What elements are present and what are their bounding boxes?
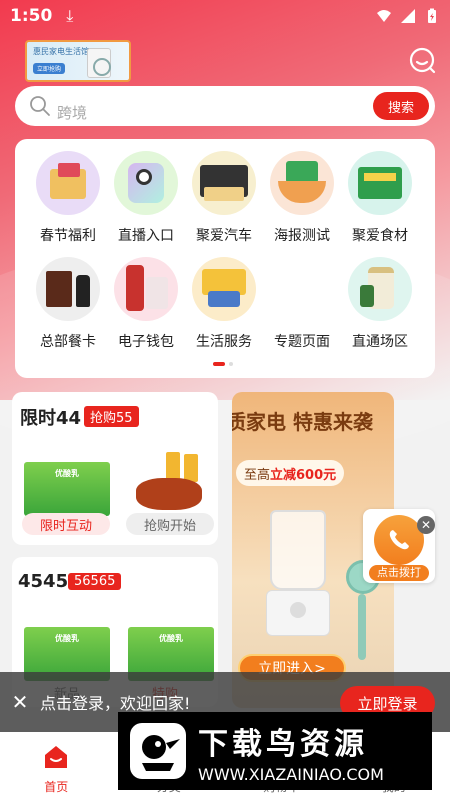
flash-sale-tag: 抢购55	[84, 406, 139, 427]
promo-sub-prefix: 至高	[244, 467, 271, 483]
skincare-icon	[114, 257, 178, 321]
category-item[interactable]: 总部餐卡	[29, 257, 107, 351]
flash-interact-button[interactable]: 限时互动	[22, 513, 110, 535]
close-icon[interactable]: ✕	[417, 516, 435, 534]
flash-start-button[interactable]: 抢购开始	[126, 513, 214, 535]
watermark-title: 下载鸟资源	[198, 726, 368, 762]
promo-subtitle: 至高 立减600元	[236, 460, 345, 486]
flash-sale-card[interactable]: 限时44 抢购55 优酸乳 限时互动 抢购开始	[12, 392, 218, 545]
category-item[interactable]: 海报测试	[263, 151, 341, 245]
category-item[interactable]: 生活服务	[185, 257, 263, 351]
login-prompt-text: 点击登录，欢迎回家!	[40, 694, 191, 713]
promo-title: 质家电 特惠来袭	[232, 410, 373, 434]
category-item[interactable]: 聚爱汽车	[185, 151, 263, 245]
food-bowl-icon	[270, 151, 334, 215]
jar-icon	[348, 257, 412, 321]
drink-box-icon	[348, 151, 412, 215]
featured-tag: 56565	[68, 573, 122, 590]
blank-icon	[270, 257, 334, 321]
watermark-url: WWW.XIAZAINIAO.COM	[198, 764, 384, 784]
category-label: 总部餐卡	[40, 334, 96, 350]
phone-icon	[114, 151, 178, 215]
page-dot	[229, 362, 233, 366]
flash-sale-title: 限时44	[20, 408, 82, 429]
category-grid: 春节福利 直播入口 聚爱汽车 海报测试 聚爱食材 总部餐卡 电子钱包 生活服务 …	[15, 139, 435, 378]
gift-box-icon	[36, 151, 100, 215]
status-bar: 1:50 ⤓	[0, 0, 450, 32]
battery-icon	[428, 8, 436, 23]
category-label: 直播入口	[118, 228, 174, 244]
bird-logo-icon	[130, 723, 186, 779]
category-label: 生活服务	[196, 334, 252, 350]
search-bar[interactable]: 跨境 搜索	[15, 86, 435, 126]
category-item[interactable]: 春节福利	[29, 151, 107, 245]
search-button[interactable]: 搜索	[373, 92, 429, 120]
snack-box-icon	[192, 151, 256, 215]
chat-icon[interactable]	[408, 46, 436, 74]
search-input[interactable]: 跨境	[57, 102, 87, 123]
washing-machine-icon	[87, 48, 111, 78]
banner-ad-subtitle: 立即抢购	[33, 63, 66, 74]
page-dot-active	[213, 362, 225, 366]
featured-title: 4545	[18, 571, 69, 592]
category-label: 聚爱食材	[352, 228, 408, 244]
signal-icon	[401, 9, 415, 23]
blender-image	[262, 510, 336, 640]
category-item[interactable]: 电子钱包	[107, 257, 185, 351]
download-icon: ⤓	[66, 6, 74, 25]
page-indicator	[213, 362, 233, 366]
yogurt-box-image: 优酸乳	[24, 462, 110, 516]
status-time: 1:50	[10, 6, 53, 26]
banner-ad[interactable]: 惠民家电生活馆 立即抢购	[25, 40, 131, 82]
category-label: 春节福利	[40, 228, 96, 244]
category-label: 专题页面	[274, 334, 330, 350]
category-item[interactable]: 聚爱食材	[341, 151, 419, 245]
category-label: 直通场区	[352, 334, 408, 350]
category-item[interactable]: 专题页面	[263, 257, 341, 351]
tab-label: 首页	[44, 780, 69, 794]
canned-food-icon	[192, 257, 256, 321]
search-icon	[30, 96, 50, 116]
category-item[interactable]: 直播入口	[107, 151, 185, 245]
wifi-icon	[377, 10, 391, 22]
category-label: 海报测试	[274, 228, 330, 244]
close-icon[interactable]: ✕	[0, 690, 40, 714]
home-icon	[45, 746, 68, 768]
call-label: 点击拨打	[369, 565, 429, 581]
snack-image	[130, 452, 208, 516]
category-label: 聚爱汽车	[196, 228, 252, 244]
promo-sub-highlight: 立减600元	[270, 467, 337, 483]
watermark: 下载鸟资源 WWW.XIAZAINIAO.COM	[118, 712, 432, 790]
category-item[interactable]: 直通场区	[341, 257, 419, 351]
category-label: 电子钱包	[118, 334, 174, 350]
liquor-bottle-icon	[36, 257, 100, 321]
tab-home[interactable]: 首页	[0, 732, 113, 800]
